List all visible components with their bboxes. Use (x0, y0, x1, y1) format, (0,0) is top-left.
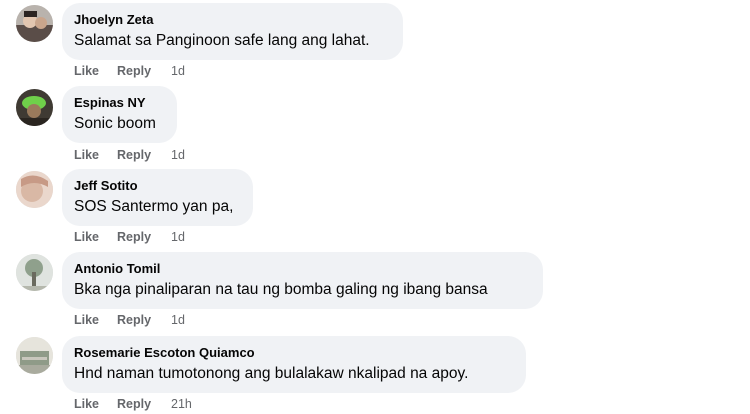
comment-timestamp[interactable]: 1d (171, 312, 185, 328)
reply-button[interactable]: Reply (117, 396, 151, 412)
comment-author[interactable]: Rosemarie Escoton Quiamco (74, 345, 514, 361)
comment-author[interactable]: Jeff Sotito (74, 178, 241, 194)
comment-bubble: Jeff Sotito SOS Santermo yan pa, (62, 169, 253, 226)
like-button[interactable]: Like (74, 63, 99, 79)
comment-text: Bka nga pinaliparan na tau ng bomba gali… (74, 281, 488, 298)
comment-author[interactable]: Espinas NY (74, 95, 165, 111)
reply-button[interactable]: Reply (117, 229, 151, 245)
comment-bubble: Jhoelyn Zeta Salamat sa Panginoon safe l… (62, 3, 403, 60)
reply-button[interactable]: Reply (117, 312, 151, 328)
comment-author[interactable]: Antonio Tomil (74, 261, 531, 277)
like-button[interactable]: Like (74, 229, 99, 245)
comment-text: SOS Santermo yan pa, (74, 198, 234, 215)
comment-author[interactable]: Jhoelyn Zeta (74, 12, 391, 28)
avatar[interactable] (16, 89, 53, 126)
like-button[interactable]: Like (74, 312, 99, 328)
avatar[interactable] (16, 254, 53, 291)
comment-bubble: Rosemarie Escoton Quiamco Hnd naman tumo… (62, 336, 526, 393)
comment-text: Sonic boom (74, 115, 156, 132)
reply-button[interactable]: Reply (117, 147, 151, 163)
comment-timestamp[interactable]: 1d (171, 63, 185, 79)
comment-text: Salamat sa Panginoon safe lang ang lahat… (74, 32, 370, 49)
avatar[interactable] (16, 5, 53, 42)
reply-button[interactable]: Reply (117, 63, 151, 79)
like-button[interactable]: Like (74, 396, 99, 412)
comment-text: Hnd naman tumotonong ang bulalakaw nkali… (74, 365, 469, 382)
avatar[interactable] (16, 337, 53, 374)
comment-timestamp[interactable]: 1d (171, 147, 185, 163)
comment-timestamp[interactable]: 1d (171, 229, 185, 245)
like-button[interactable]: Like (74, 147, 99, 163)
comment-bubble: Espinas NY Sonic boom (62, 86, 177, 143)
avatar[interactable] (16, 171, 53, 208)
comment-bubble: Antonio Tomil Bka nga pinaliparan na tau… (62, 252, 543, 309)
comment-timestamp[interactable]: 21h (171, 396, 192, 412)
